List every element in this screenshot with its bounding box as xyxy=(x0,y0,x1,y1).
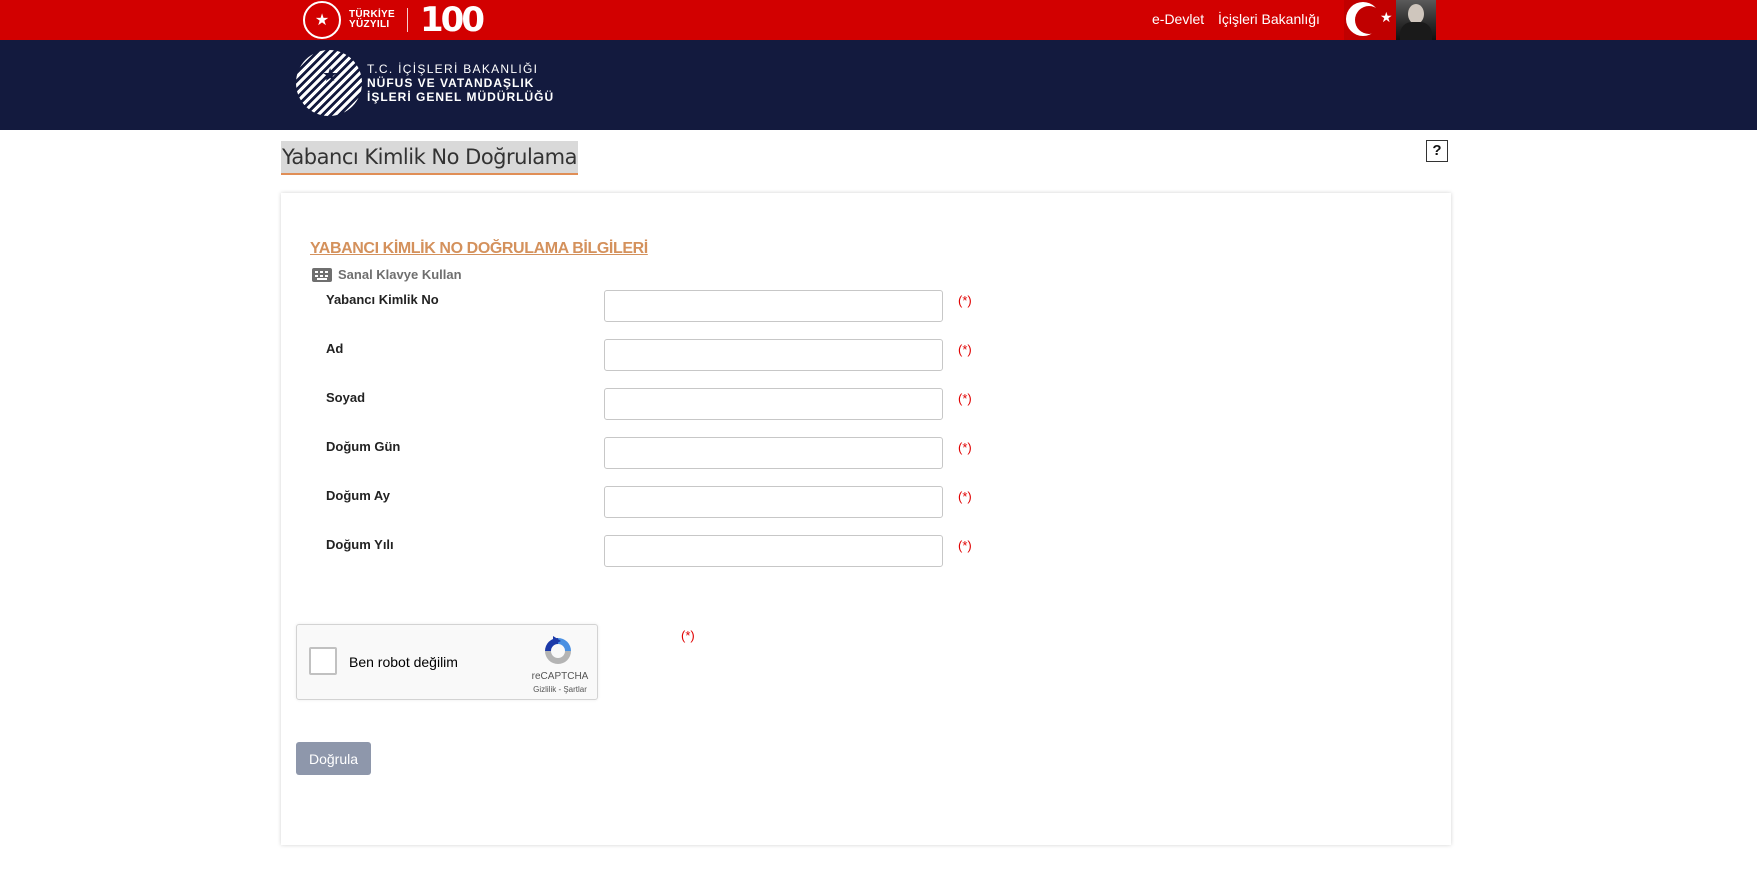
logo-divider xyxy=(407,8,408,32)
flag-ataturk-image: ★ xyxy=(1344,0,1436,40)
virtual-keyboard-toggle[interactable]: Sanal Klavye Kullan xyxy=(312,267,462,282)
ministry-link[interactable]: İçişleri Bakanlığı xyxy=(1218,11,1320,27)
keyboard-icon xyxy=(312,267,332,282)
institution-title[interactable]: T.C. İÇİŞLERİ BAKANLIĞI NÜFUS VE VATANDA… xyxy=(367,62,554,104)
logo-100: 100 xyxy=(420,0,485,40)
portrait-body xyxy=(1400,22,1432,40)
label-soyad: Soyad xyxy=(326,390,366,405)
soyad-input[interactable] xyxy=(604,388,943,420)
recaptcha-brand: reCAPTCHA xyxy=(531,671,589,682)
ad-input[interactable] xyxy=(604,339,943,371)
institution-line1: T.C. İÇİŞLERİ BAKANLIĞI xyxy=(367,62,539,76)
dogum-gun-input[interactable] xyxy=(604,437,943,469)
help-button[interactable]: ? xyxy=(1426,140,1448,162)
crescent-star-icon: ★ xyxy=(303,1,341,39)
virtual-keyboard-label: Sanal Klavye Kullan xyxy=(338,267,462,282)
nvi-logo-icon[interactable]: ★ xyxy=(296,50,362,116)
site-header: ★ T.C. İÇİŞLERİ BAKANLIĞI NÜFUS VE VATAN… xyxy=(0,40,1757,130)
top-bar: ★ TÜRKİYE YÜZYILI 100 e-Devlet İçişleri … xyxy=(0,0,1757,40)
institution-line3: İŞLERİ GENEL MÜDÜRLÜĞÜ xyxy=(367,90,555,104)
recaptcha-checkbox[interactable] xyxy=(309,647,337,675)
flag-crescent-cut xyxy=(1355,6,1383,34)
flag-star-icon: ★ xyxy=(1380,9,1393,25)
yabanci-kimlik-no-input[interactable] xyxy=(604,290,943,322)
label-ad: Ad xyxy=(326,341,344,356)
required-mark: (*) xyxy=(958,293,972,308)
logo-star-icon: ★ xyxy=(322,65,339,85)
label-dogum-ay: Doğum Ay xyxy=(326,488,391,503)
label-dogum-yili: Doğum Yılı xyxy=(326,537,394,552)
logo-text: TÜRKİYE YÜZYILI xyxy=(349,10,395,30)
recaptcha-icon xyxy=(545,636,571,664)
page-title: Yabancı Kimlik No Doğrulama xyxy=(281,141,578,175)
required-mark: (*) xyxy=(958,440,972,455)
recaptcha-label: Ben robot değilim xyxy=(349,654,458,670)
edevlet-link[interactable]: e-Devlet xyxy=(1152,11,1204,27)
ataturk-portrait xyxy=(1396,0,1436,40)
portrait-face xyxy=(1408,4,1424,24)
dogum-yili-input[interactable] xyxy=(604,535,943,567)
recaptcha-widget: Ben robot değilim reCAPTCHA Gizlilik - Ş… xyxy=(296,624,598,700)
captcha-required-mark: (*) xyxy=(681,628,695,643)
recaptcha-links[interactable]: Gizlilik - Şartlar xyxy=(525,685,595,694)
required-mark: (*) xyxy=(958,538,972,553)
institution-line2: NÜFUS VE VATANDAŞLIK xyxy=(367,76,535,90)
dogum-ay-input[interactable] xyxy=(604,486,943,518)
label-yabanci-kimlik-no: Yabancı Kimlik No xyxy=(326,292,439,307)
required-mark: (*) xyxy=(958,342,972,357)
section-title: YABANCI KİMLİK NO DOĞRULAMA BİLGİLERİ xyxy=(310,240,648,257)
dogrula-button[interactable]: Doğrula xyxy=(296,742,371,775)
turkiye-yuzyili-logo[interactable]: ★ TÜRKİYE YÜZYILI 100 xyxy=(303,0,485,40)
required-mark: (*) xyxy=(958,489,972,504)
logo-line2: YÜZYILI xyxy=(349,19,390,30)
required-mark: (*) xyxy=(958,391,972,406)
label-dogum-gun: Doğum Gün xyxy=(326,439,401,454)
